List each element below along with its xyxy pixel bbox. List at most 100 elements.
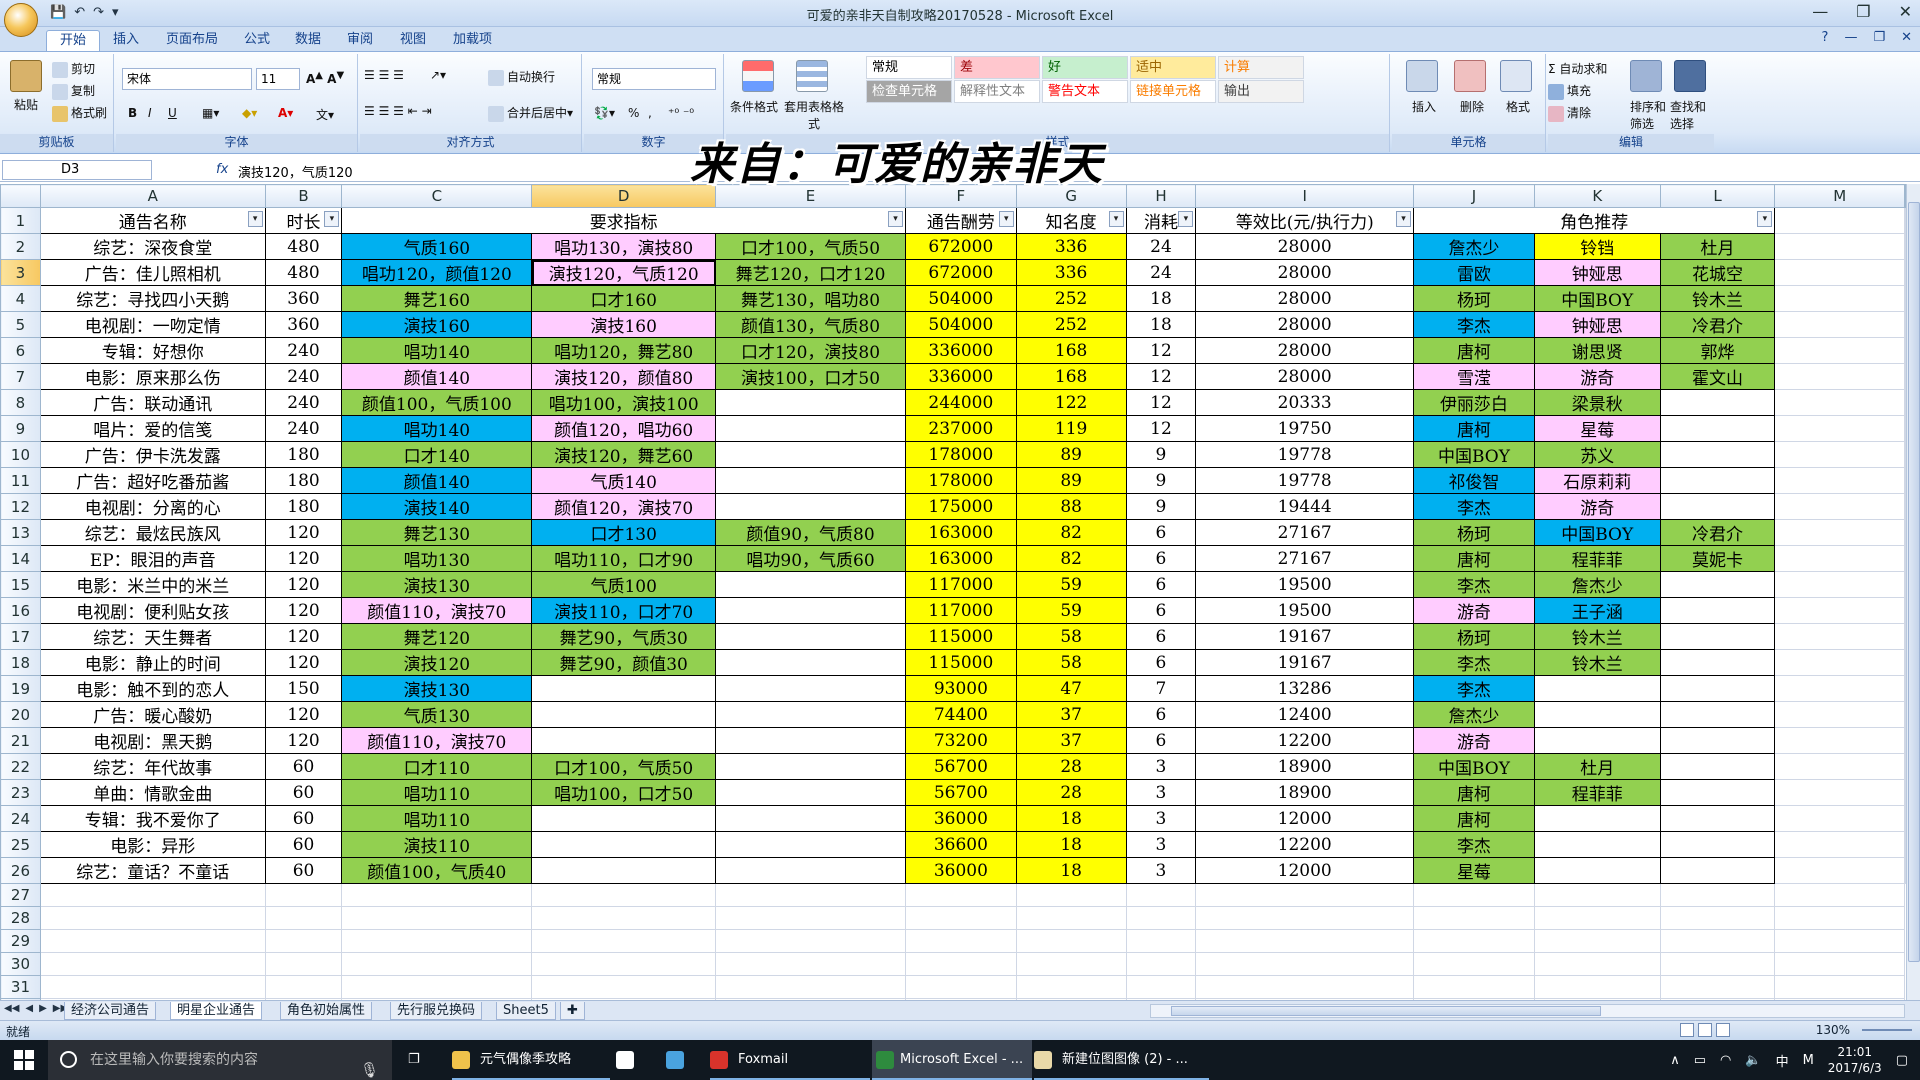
data-cell[interactable]: 3	[1125, 831, 1197, 858]
data-cell[interactable]: 93000	[904, 675, 1017, 702]
data-cell[interactable]: 60	[264, 779, 343, 806]
data-cell[interactable]	[1659, 701, 1776, 728]
data-cell[interactable]: 中国BOY	[1533, 519, 1661, 546]
cell-style-item[interactable]: 链接单元格	[1130, 80, 1216, 103]
empty-cell[interactable]	[1774, 415, 1905, 442]
clock[interactable]: 21:01 2017/6/3	[1828, 1044, 1882, 1076]
row-header[interactable]: 21	[0, 727, 41, 754]
data-cell[interactable]: 120	[264, 571, 343, 598]
data-cell[interactable]	[1659, 857, 1776, 884]
empty-cell[interactable]	[1413, 975, 1535, 999]
data-cell[interactable]: 综艺：天生舞者	[39, 623, 266, 650]
data-cell[interactable]: 唱功130	[341, 545, 533, 572]
row-header[interactable]: 22	[0, 753, 41, 780]
empty-cell[interactable]	[1413, 906, 1535, 930]
row-header[interactable]: 10	[0, 441, 41, 468]
data-cell[interactable]: 180	[264, 467, 343, 494]
paste-button[interactable]: 粘贴	[14, 96, 38, 113]
data-cell[interactable]	[715, 415, 906, 442]
data-cell[interactable]: 24	[1125, 233, 1197, 260]
data-cell[interactable]	[715, 649, 906, 676]
data-cell[interactable]: 117000	[904, 597, 1017, 624]
data-cell[interactable]: 88	[1015, 493, 1127, 520]
data-cell[interactable]: 56700	[904, 779, 1017, 806]
phonetic-icon[interactable]: 文▾	[316, 106, 334, 123]
empty-cell[interactable]	[1774, 207, 1905, 234]
empty-cell[interactable]	[1533, 929, 1661, 953]
data-cell[interactable]: 祁俊智	[1413, 467, 1535, 494]
underline-button[interactable]: U	[168, 106, 177, 120]
data-cell[interactable]: 詹杰少	[1533, 571, 1661, 598]
data-cell[interactable]: 口才110	[341, 753, 533, 780]
row-header[interactable]: 15	[0, 571, 41, 598]
data-cell[interactable]: 口才160	[531, 285, 717, 312]
data-cell[interactable]: 气质100	[531, 571, 717, 598]
data-cell[interactable]: 口才100，气质50	[531, 753, 717, 780]
data-cell[interactable]: 杨珂	[1413, 285, 1535, 312]
data-cell[interactable]: 唱功90，气质60	[715, 545, 906, 572]
cell-style-item[interactable]: 警告文本	[1042, 80, 1128, 103]
data-cell[interactable]	[1659, 675, 1776, 702]
data-cell[interactable]: 铃木兰	[1533, 623, 1661, 650]
insert-cells-button[interactable]: 插入	[1412, 98, 1436, 115]
cut-button[interactable]: 剪切	[52, 60, 95, 78]
empty-cell[interactable]	[715, 929, 906, 953]
data-cell[interactable]	[715, 623, 906, 650]
data-cell[interactable]: 电影：异形	[39, 831, 266, 858]
data-cell[interactable]: 163000	[904, 519, 1017, 546]
empty-cell[interactable]	[1413, 952, 1535, 976]
data-cell[interactable]: 6	[1125, 623, 1197, 650]
page-layout-view-icon[interactable]	[1698, 1023, 1712, 1037]
empty-cell[interactable]	[1774, 623, 1905, 650]
filter-dropdown-icon[interactable]: ▾	[998, 211, 1014, 227]
cell-style-item[interactable]: 计算	[1218, 56, 1304, 79]
italic-button[interactable]: I	[148, 106, 152, 120]
tab-home[interactable]: 开始	[46, 30, 101, 51]
data-cell[interactable]: 237000	[904, 415, 1017, 442]
data-cell[interactable]: 24	[1125, 259, 1197, 286]
binoculars-icon[interactable]	[1674, 60, 1706, 92]
row-header[interactable]: 8	[0, 389, 41, 416]
task-view-icon[interactable]: ❐	[408, 1040, 428, 1080]
data-cell[interactable]: 舞艺130，唱功80	[715, 285, 906, 312]
empty-cell[interactable]	[39, 975, 266, 999]
empty-cell[interactable]	[1774, 311, 1905, 338]
data-cell[interactable]: 19750	[1195, 415, 1415, 442]
data-cell[interactable]: 6	[1125, 571, 1197, 598]
data-cell[interactable]	[715, 467, 906, 494]
empty-cell[interactable]	[1533, 883, 1661, 907]
data-cell[interactable]: 气质140	[531, 467, 717, 494]
taskbar-excel[interactable]: Microsoft Excel - ...	[872, 1040, 1032, 1080]
column-header[interactable]: J	[1413, 184, 1535, 208]
data-cell[interactable]: 颜值100，气质40	[341, 857, 533, 884]
row-header[interactable]: 5	[0, 311, 41, 338]
data-cell[interactable]: 18	[1125, 285, 1197, 312]
data-cell[interactable]: 12000	[1195, 857, 1415, 884]
empty-cell[interactable]	[39, 929, 266, 953]
data-cell[interactable]	[715, 389, 906, 416]
empty-cell[interactable]	[1774, 883, 1905, 907]
data-cell[interactable]: 12	[1125, 363, 1197, 390]
data-cell[interactable]: 演技140	[341, 493, 533, 520]
empty-cell[interactable]	[264, 883, 343, 907]
ime-indicator[interactable]: 中	[1776, 1051, 1789, 1070]
taskbar-foxmail[interactable]: Foxmail	[710, 1040, 870, 1080]
data-cell[interactable]: 舞艺120	[341, 623, 533, 650]
data-cell[interactable]: 150	[264, 675, 343, 702]
data-cell[interactable]	[1659, 571, 1776, 598]
data-cell[interactable]: 李杰	[1413, 493, 1535, 520]
data-cell[interactable]: 李杰	[1413, 675, 1535, 702]
empty-cell[interactable]	[904, 975, 1017, 999]
align-top-icon[interactable]: ☰ ☰ ☰	[364, 68, 404, 82]
data-cell[interactable]: 336000	[904, 363, 1017, 390]
vertical-scroll-thumb[interactable]	[1908, 202, 1920, 962]
data-cell[interactable]: 伊丽莎白	[1413, 389, 1535, 416]
format-cells-button[interactable]: 格式	[1506, 98, 1530, 115]
data-cell[interactable]	[1659, 831, 1776, 858]
data-cell[interactable]: 演技110，口才70	[531, 597, 717, 624]
data-cell[interactable]: 唱功110，口才90	[531, 545, 717, 572]
empty-cell[interactable]	[1533, 952, 1661, 976]
data-cell[interactable]: 336	[1015, 259, 1127, 286]
cell-style-item[interactable]: 检查单元格	[866, 80, 952, 103]
row-header[interactable]: 31	[0, 975, 41, 999]
